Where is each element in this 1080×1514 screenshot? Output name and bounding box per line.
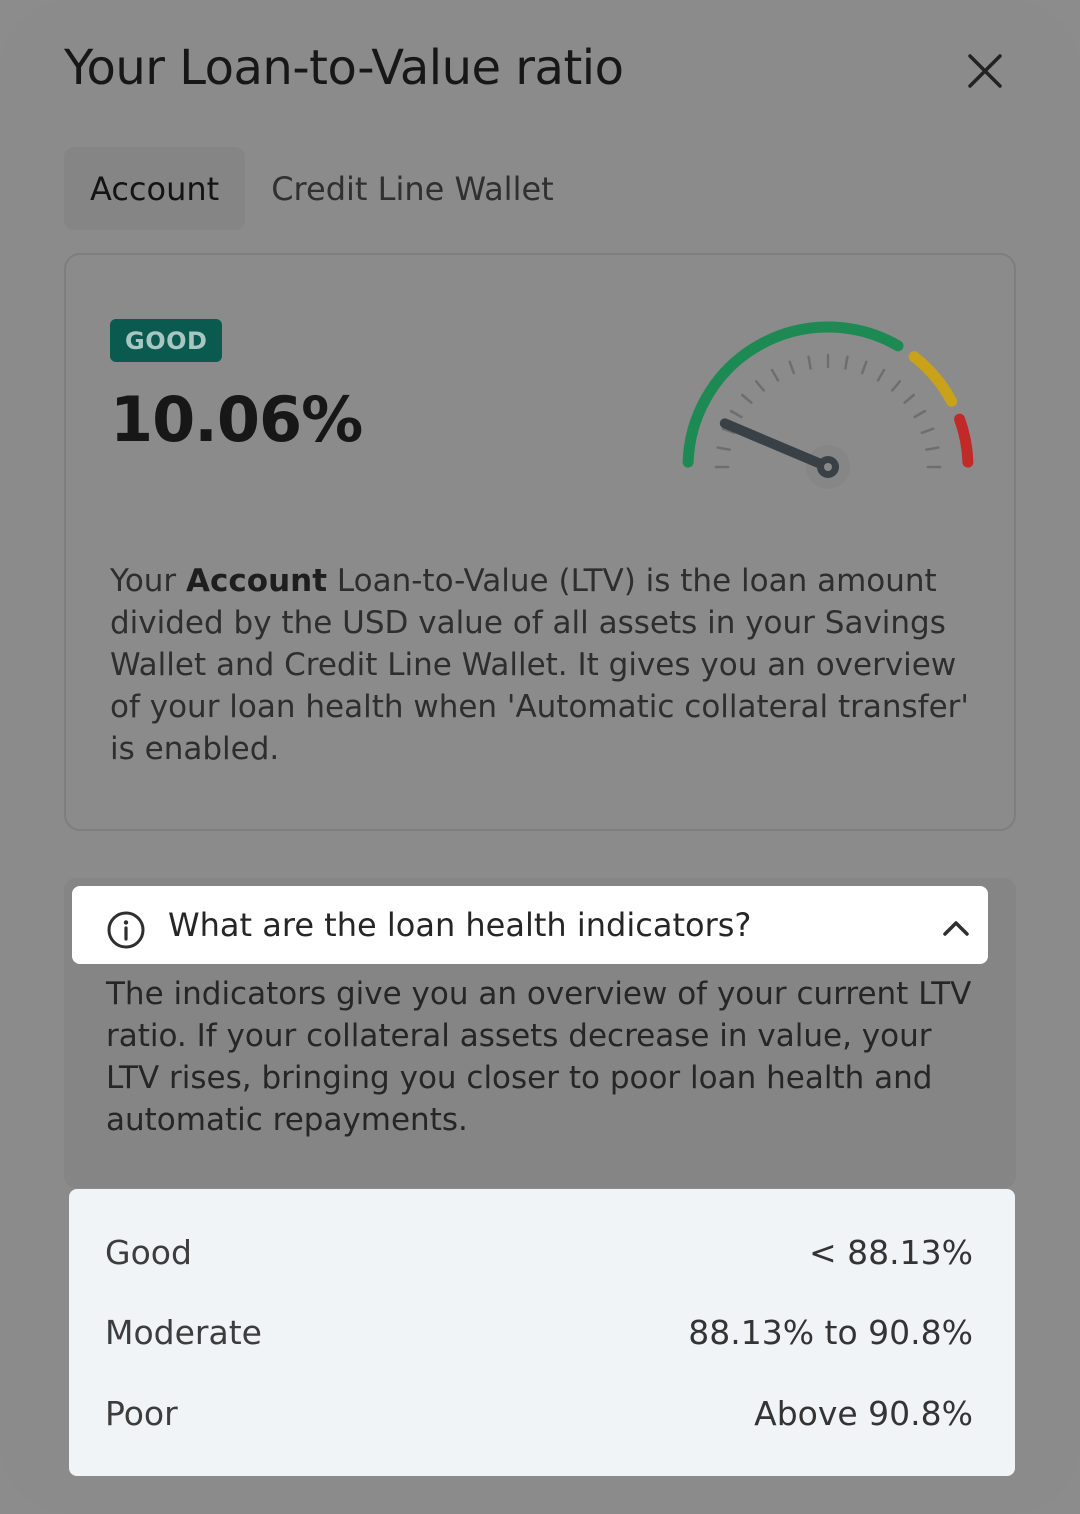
gauge-tick	[913, 409, 927, 419]
gauge-tick	[788, 360, 796, 375]
indicator-row-poor: Poor Above 90.8%	[105, 1388, 973, 1438]
faq-question: What are the loan health indicators?	[168, 906, 752, 944]
tab-bar: Account Credit Line Wallet	[64, 147, 580, 230]
ltv-description-bold: Account	[186, 563, 328, 599]
gauge-tick	[903, 393, 916, 404]
gauge-tick	[925, 446, 940, 451]
gauge-tick	[729, 409, 743, 419]
gauge-needle	[719, 418, 833, 472]
gauge-tick	[920, 427, 935, 435]
ltv-dialog: Your Loan-to-Value ratio Account Credit …	[0, 0, 1080, 1514]
ltv-card: GOOD 10.06% Your Account Loan-to-Value (…	[64, 253, 1016, 831]
ltv-value: 10.06%	[110, 383, 363, 456]
close-button[interactable]	[962, 48, 1008, 94]
indicator-label: Good	[105, 1232, 192, 1272]
dialog-title: Your Loan-to-Value ratio	[64, 40, 624, 96]
ltv-description-text: Your	[110, 563, 187, 599]
indicator-label: Poor	[105, 1393, 178, 1433]
indicator-label: Moderate	[105, 1312, 262, 1352]
gauge-arc-moderate	[908, 351, 958, 407]
indicator-row-moderate: Moderate 88.13% to 90.8%	[105, 1307, 973, 1357]
status-badge: GOOD	[110, 319, 223, 362]
chevron-up-icon	[943, 921, 969, 936]
ltv-description: Your Account Loan-to-Value (LTV) is the …	[110, 560, 990, 770]
indicator-value: 88.13% to 90.8%	[688, 1312, 973, 1352]
info-icon	[107, 911, 145, 949]
gauge-tick	[891, 379, 902, 392]
gauge-tick	[860, 360, 868, 375]
gauge-tick	[716, 446, 731, 451]
gauge-tick	[770, 368, 780, 382]
gauge-arc-good	[682, 321, 904, 468]
close-icon	[968, 54, 1002, 88]
ltv-gauge	[682, 321, 974, 489]
indicator-value: < 88.13%	[809, 1232, 973, 1272]
gauge-arcs	[682, 321, 974, 468]
indicator-row-good: Good < 88.13%	[105, 1227, 973, 1277]
gauge-tick	[844, 355, 849, 370]
indicator-value: Above 90.8%	[754, 1393, 973, 1433]
gauge-tick	[754, 379, 765, 392]
gauge-arc-poor	[954, 413, 974, 468]
faq-answer: The indicators give you an overview of y…	[106, 976, 972, 1138]
tab-credit-line-wallet[interactable]: Credit Line Wallet	[245, 147, 579, 230]
gauge-tick	[740, 393, 753, 404]
gauge-hub-center	[824, 463, 832, 471]
health-indicators-list: Good < 88.13% Moderate 88.13% to 90.8% P…	[69, 1189, 1015, 1476]
gauge-tick	[876, 368, 886, 382]
tab-account[interactable]: Account	[64, 147, 246, 230]
gauge-tick	[807, 355, 812, 370]
faq-toggle[interactable]: What are the loan health indicators?	[72, 886, 988, 964]
